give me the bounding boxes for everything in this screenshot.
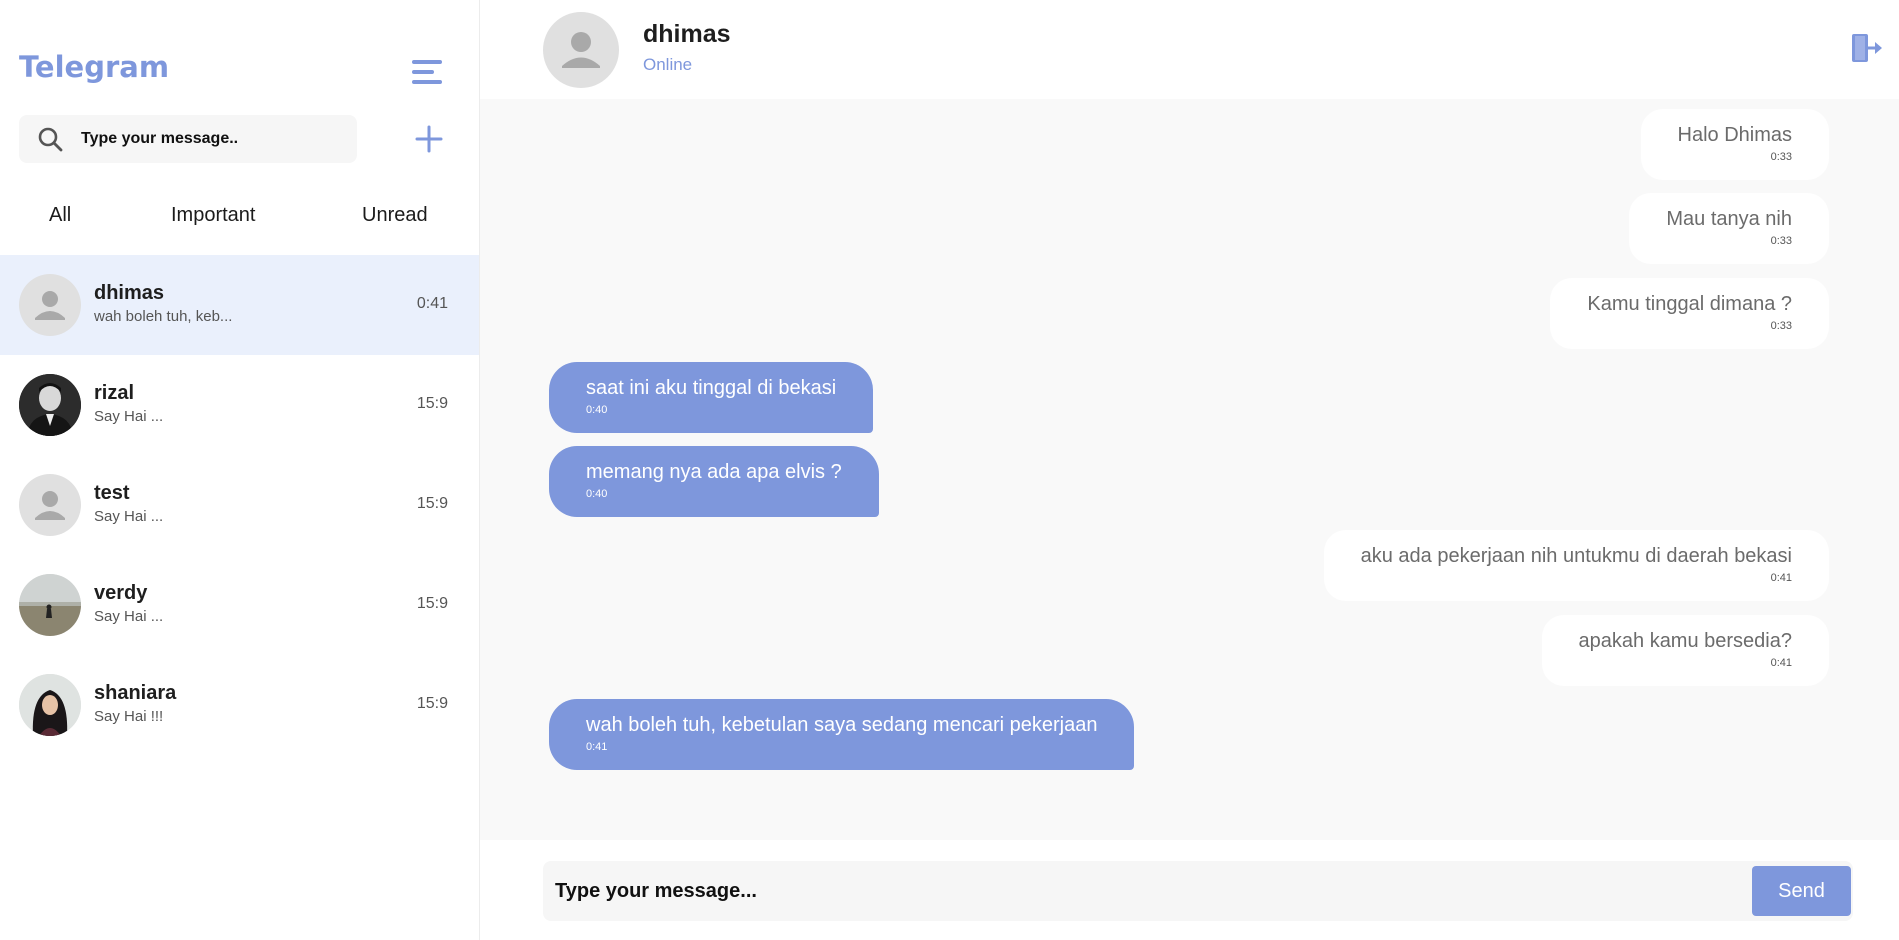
message-text: wah boleh tuh, kebetulan saya sedang men… (586, 714, 1098, 736)
message-time: 0:33 (1770, 235, 1792, 247)
message-outgoing: saat ini aku tinggal di bekasi 0:40 (549, 362, 874, 433)
message-time: 0:41 (1770, 572, 1792, 584)
message-text: saat ini aku tinggal di bekasi (586, 377, 837, 399)
chat-item-rizal[interactable]: rizal Say Hai ... 15:9 (0, 355, 479, 455)
chat-name: verdy (94, 582, 148, 604)
message-text: Kamu tinggal dimana ? (1587, 293, 1792, 315)
message-incoming: Kamu tinggal dimana ? 0:33 (1550, 278, 1829, 349)
app-title: Telegram (19, 50, 170, 84)
chat-name: rizal (94, 382, 135, 404)
chat-time: 15:9 (416, 495, 448, 512)
chat-list: dhimas wah boleh tuh, keb... 0:41 rizal … (0, 255, 479, 755)
default-avatar-icon (19, 474, 81, 536)
avatar (19, 374, 81, 436)
chat-preview: wah boleh tuh, keb... (94, 308, 233, 325)
message-text: aku ada pekerjaan nih untukmu di daerah … (1360, 545, 1792, 567)
telegram-app: Telegram All Important Unread (0, 0, 1899, 940)
message-time: 0:33 (1770, 151, 1792, 163)
search-icon (38, 127, 63, 152)
message-outgoing: memang nya ada apa elvis ? 0:40 (549, 446, 879, 517)
contact-name: dhimas (643, 20, 731, 48)
default-avatar-icon (543, 12, 619, 88)
default-avatar-icon (19, 274, 81, 336)
tab-unread[interactable]: Unread (362, 204, 428, 227)
plus-icon[interactable] (414, 124, 444, 154)
tab-all[interactable]: All (49, 204, 71, 227)
message-time: 0:33 (1770, 320, 1792, 332)
chat-preview: Say Hai !!! (94, 708, 164, 725)
message-time: 0:41 (586, 741, 608, 753)
sidebar: Telegram All Important Unread (0, 0, 480, 940)
message-text: memang nya ada apa elvis ? (586, 461, 842, 483)
chat-item-test[interactable]: test Say Hai ... 15:9 (0, 455, 479, 555)
avatar (19, 574, 81, 636)
chat-time: 15:9 (416, 695, 448, 712)
tab-important[interactable]: Important (171, 204, 255, 227)
chat-item-dhimas[interactable]: dhimas wah boleh tuh, keb... 0:41 (0, 255, 479, 355)
chat-panel: dhimas Online Halo Dhimas 0:33 Mau tanya… (480, 0, 1899, 940)
chat-header: dhimas Online (480, 0, 1899, 99)
message-text: apakah kamu bersedia? (1578, 630, 1792, 652)
message-time: 0:40 (586, 404, 608, 416)
message-outgoing: wah boleh tuh, kebetulan saya sedang men… (549, 699, 1135, 770)
chat-preview: Say Hai ... (94, 608, 164, 625)
message-composer (543, 861, 1853, 921)
message-list: Halo Dhimas 0:33 Mau tanya nih 0:33 Kamu… (480, 99, 1899, 840)
message-input[interactable] (555, 861, 1735, 921)
message-incoming: apakah kamu bersedia? 0:41 (1541, 615, 1829, 686)
search-input[interactable] (81, 115, 341, 163)
chat-preview: Say Hai ... (94, 408, 164, 425)
chat-item-shaniara[interactable]: shaniara Say Hai !!! 15:9 (0, 655, 479, 755)
filter-tabs: All Important Unread (0, 204, 480, 236)
send-button[interactable]: Send (1752, 866, 1851, 916)
message-incoming: aku ada pekerjaan nih untukmu di daerah … (1323, 530, 1829, 601)
chat-name: dhimas (94, 282, 165, 304)
chat-time: 15:9 (416, 595, 448, 612)
message-incoming: Halo Dhimas 0:33 (1640, 109, 1829, 180)
message-time: 0:40 (586, 488, 608, 500)
chat-name: shaniara (94, 682, 177, 704)
chat-time: 15:9 (416, 395, 448, 412)
message-incoming: Mau tanya nih 0:33 (1629, 193, 1829, 264)
chat-time: 0:41 (416, 295, 448, 312)
menu-icon[interactable] (412, 58, 442, 86)
message-text: Halo Dhimas (1677, 124, 1792, 146)
avatar (19, 674, 81, 736)
contact-status: Online (643, 55, 693, 74)
logout-icon[interactable] (1850, 32, 1884, 64)
message-text: Mau tanya nih (1666, 208, 1792, 230)
search-bar (19, 115, 357, 163)
message-time: 0:41 (1770, 657, 1792, 669)
chat-preview: Say Hai ... (94, 508, 164, 525)
chat-name: test (94, 482, 130, 504)
chat-item-verdy[interactable]: verdy Say Hai ... 15:9 (0, 555, 479, 655)
